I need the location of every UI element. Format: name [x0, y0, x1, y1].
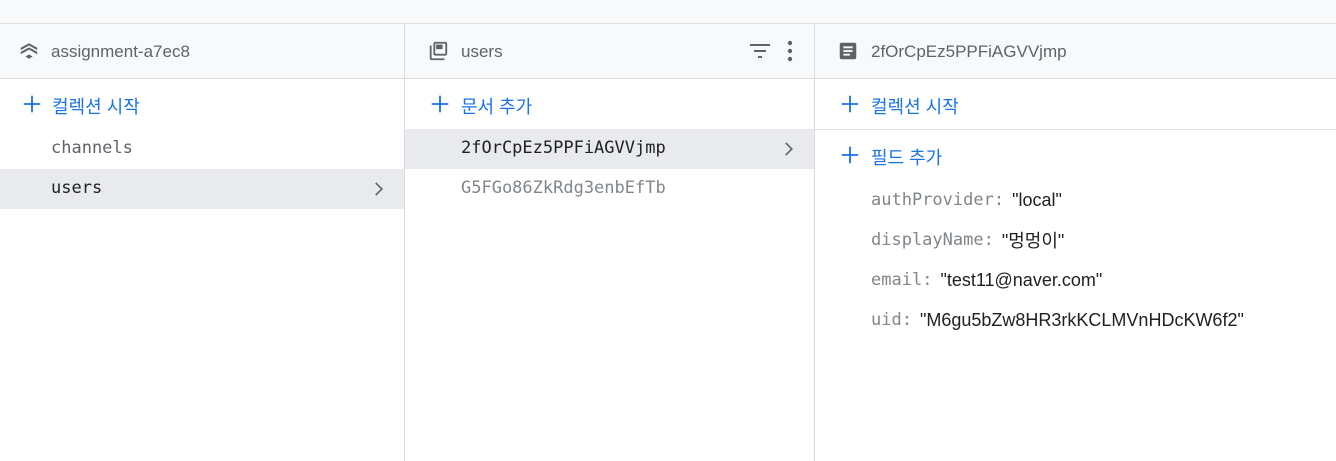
collection-panel-header: users: [405, 24, 814, 79]
firestore-stack-icon: [20, 43, 38, 59]
add-field-button[interactable]: 필드 추가: [815, 130, 1336, 180]
document-id: 2fOrCpEz5PPFiAGVVjmp: [461, 138, 666, 158]
collection-item-users[interactable]: users: [0, 169, 404, 209]
field-list: authProvider: "local" displayName: "멍멍이"…: [815, 180, 1336, 340]
top-bar: [0, 0, 1336, 24]
chevron-right-icon: [375, 182, 383, 196]
field-separator: :: [993, 190, 1005, 210]
document-title: 2fOrCpEz5PPFiAGVVjmp: [871, 42, 1067, 61]
add-document-label: 문서 추가: [461, 97, 533, 117]
chevron-right-icon: [785, 142, 793, 156]
field-value: "M6gu5bZw8HR3rkKCLMVnHDcKW6f2": [919, 309, 1244, 330]
document-panel-header: 2fOrCpEz5PPFiAGVVjmp: [815, 24, 1336, 79]
collection-icon: [429, 41, 448, 61]
field-separator: :: [983, 230, 994, 250]
add-document-button[interactable]: 문서 추가: [405, 79, 814, 129]
root-panel-header: assignment-a7ec8: [0, 24, 404, 79]
plus-icon: [841, 146, 859, 164]
field-value: "멍멍이": [1001, 231, 1065, 251]
field-value: "local": [1012, 189, 1062, 210]
filter-button[interactable]: [747, 38, 773, 64]
plus-icon: [431, 95, 449, 113]
collection-name: users: [51, 178, 103, 198]
collection-item-channels[interactable]: channels: [0, 129, 404, 169]
field-key: authProvider: [871, 190, 994, 210]
plus-icon: [841, 95, 859, 113]
document-id: G5FGo86ZkRdg3enbEfTb: [461, 178, 666, 198]
collection-panel: users 문서 추가 2fOrCpEz5PPFiAGVVjmp G5FGo86…: [405, 24, 815, 461]
document-item[interactable]: G5FGo86ZkRdg3enbEfTb: [405, 169, 814, 209]
start-subcollection-button[interactable]: 컬렉션 시작: [815, 79, 1336, 130]
field-key: displayName: [871, 230, 984, 250]
add-field-label: 필드 추가: [871, 148, 943, 168]
root-panel: assignment-a7ec8 컬렉션 시작 channels users: [0, 24, 405, 461]
more-vert-icon: [787, 40, 793, 62]
collection-title: users: [461, 42, 503, 61]
field-row[interactable]: uid: "M6gu5bZw8HR3rkKCLMVnHDcKW6f2": [815, 300, 1336, 340]
document-panel: 2fOrCpEz5PPFiAGVVjmp 컬렉션 시작 필드 추가 authPr…: [815, 24, 1336, 461]
document-icon: [839, 42, 857, 60]
plus-icon: [23, 95, 41, 113]
start-subcollection-label: 컬렉션 시작: [871, 97, 959, 117]
field-row[interactable]: displayName: "멍멍이": [815, 220, 1336, 260]
document-item[interactable]: 2fOrCpEz5PPFiAGVVjmp: [405, 129, 814, 169]
field-separator: :: [922, 270, 933, 290]
collection-name: channels: [51, 138, 133, 158]
field-key: uid: [871, 310, 902, 330]
field-row[interactable]: authProvider: "local": [815, 180, 1336, 220]
more-options-button[interactable]: [777, 38, 803, 64]
start-collection-button[interactable]: 컬렉션 시작: [0, 79, 404, 129]
field-value: "test11@naver.com": [940, 269, 1103, 290]
start-collection-label: 컬렉션 시작: [52, 97, 140, 117]
field-separator: :: [901, 310, 912, 330]
project-title: assignment-a7ec8: [51, 42, 190, 61]
field-row[interactable]: email: "test11@naver.com": [815, 260, 1336, 300]
field-key: email: [871, 270, 923, 290]
filter-icon: [750, 44, 770, 58]
